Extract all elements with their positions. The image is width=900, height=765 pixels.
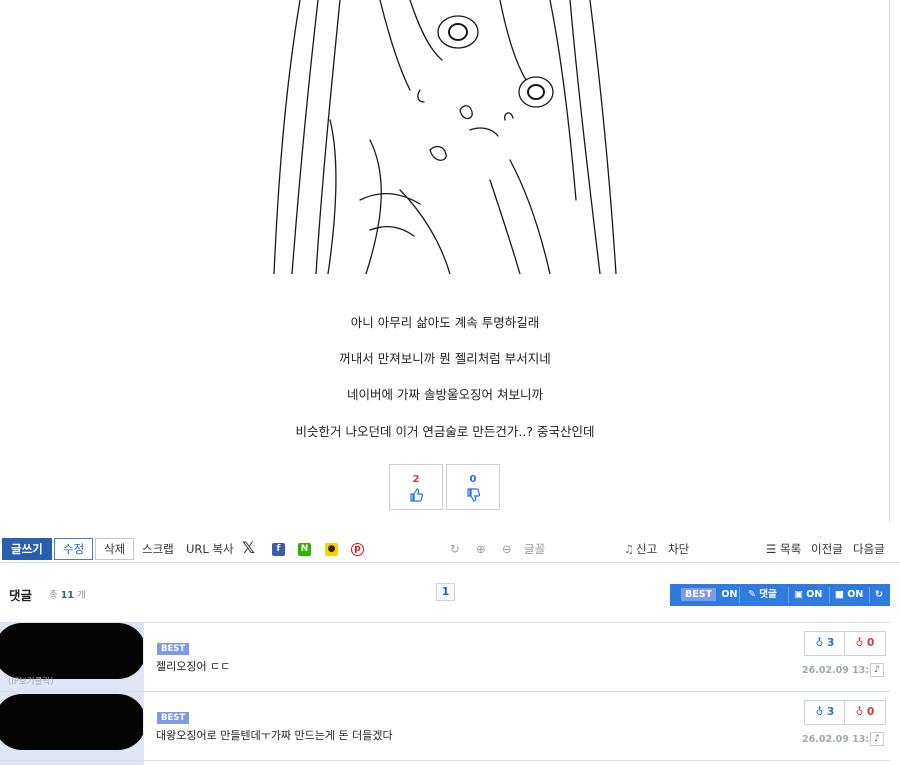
url-copy-button[interactable]: URL 복사 [186, 538, 234, 560]
thumbs-up-icon: ♁ [815, 637, 824, 649]
downvote-count: 0 [469, 474, 477, 485]
comment-author [0, 692, 146, 760]
comment-body: BEST 젤리오징어 ㄷㄷ ♁ 3 ♁ 0 26.02.09 13:48 ♪ [143, 623, 890, 691]
x-share-icon[interactable]: 𝕏 [242, 538, 255, 558]
delete-button[interactable]: 삭제 [95, 538, 135, 560]
report-bell-icon[interactable]: ♪ [870, 732, 884, 746]
comment-body [143, 761, 890, 765]
bell-icon: ♫ [624, 542, 635, 556]
thumbs-down-icon: ♁ [855, 706, 864, 718]
next-post-button[interactable]: 다음글 [853, 538, 885, 560]
post-text-line: 비슷한거 나오던데 이거 연금술로 만든건가..? 중국산인데 [295, 424, 595, 439]
block-button[interactable]: 차단 [668, 538, 689, 560]
list-icon: ☰ [766, 542, 777, 556]
naver-share-icon[interactable]: N [298, 543, 311, 556]
image-icon: ▣ [794, 589, 803, 600]
pinterest-share-icon[interactable]: p [351, 543, 364, 556]
upvote-count: 2 [412, 474, 420, 485]
post-text-line: 네이버에 가짜 솔방울오징어 쳐보니까 [347, 387, 543, 402]
thumbs-down-icon: ♁ [855, 637, 864, 649]
ip-view-link[interactable]: (IP보기클릭) [8, 675, 54, 687]
upvote-button[interactable]: 2 [389, 464, 443, 510]
post-text-line: 꺼내서 만져보니까 뭔 젤리처럼 부서지네 [339, 351, 551, 366]
best-toggle[interactable]: BEST ON [681, 584, 737, 606]
font-button[interactable]: 글꼴 [524, 538, 545, 560]
comment-downvote-button[interactable]: ♁ 0 [844, 700, 886, 725]
comment-count: 총 11 개 [49, 590, 86, 601]
comment-downvote-button[interactable]: ♁ 0 [844, 631, 886, 656]
thumbs-down-icon [467, 488, 480, 502]
thumbs-up-icon [410, 488, 423, 502]
post-illustration [270, 0, 618, 274]
page-number-button[interactable]: 1 [436, 583, 455, 601]
comment-upvote-button[interactable]: ♁ 3 [804, 631, 846, 656]
list-button[interactable]: 목록 [780, 538, 801, 560]
comment-upvote-button[interactable]: ♁ 3 [804, 700, 846, 725]
edit-button[interactable]: 수정 [54, 538, 94, 560]
post-toolbar: 글쓰기 수정 삭제 스크랩 URL 복사 𝕏 f N ● p ↻ ⊕ ⊖ 글꼴 … [0, 535, 900, 563]
scrap-button[interactable]: 스크랩 [142, 538, 174, 560]
redacted-author [0, 623, 146, 679]
reply-toggle[interactable]: ✎ 댓글 [748, 584, 777, 606]
comment-text: 젤리오징어 ㄷㄷ [156, 660, 231, 673]
comment-row [0, 760, 890, 765]
best-badge: BEST [157, 712, 190, 724]
thumbs-up-icon: ♁ [815, 706, 824, 718]
comment-text: 대왕오징어로 만들텐데ㅜ가짜 만드는게 돈 더들겠다 [156, 729, 393, 742]
comment-body: BEST 대왕오징어로 만들텐데ㅜ가짜 만드는게 돈 더들겠다 ♁ 3 ♁ 0 … [143, 692, 890, 760]
report-bell-icon[interactable]: ♪ [870, 663, 884, 677]
prev-post-button[interactable]: 이전글 [811, 538, 843, 560]
report-button[interactable]: 신고 [636, 538, 657, 560]
refresh-icon[interactable]: ↻ [450, 538, 460, 560]
zoom-in-icon[interactable]: ⊕ [476, 538, 486, 560]
image-toggle[interactable]: ▣ ON [794, 584, 822, 606]
refresh-comments-icon[interactable]: ↻ [875, 584, 883, 606]
write-button[interactable]: 글쓰기 [2, 538, 52, 560]
redacted-author [0, 694, 146, 750]
comment-row: BEST 대왕오징어로 만들텐데ㅜ가짜 만드는게 돈 더들겠다 ♁ 3 ♁ 0 … [0, 691, 890, 760]
video-icon: ■ [835, 589, 844, 600]
post-text-line: 아니 아무리 삶아도 계속 투명하길래 [350, 315, 540, 330]
comment-options-bar: BEST ON ✎ 댓글 ▣ ON ■ ON ↻ [670, 584, 890, 606]
pencil-icon: ✎ [748, 589, 756, 600]
comment-row: (IP보기클릭) BEST 젤리오징어 ㄷㄷ ♁ 3 ♁ 0 26.02.09 … [0, 622, 890, 691]
comment-author [0, 761, 143, 765]
comments-header: 댓글 총 11 개 1 BEST ON ✎ 댓글 ▣ ON ■ ON ↻ [0, 577, 900, 607]
downvote-button[interactable]: 0 [446, 464, 500, 510]
comment-author: (IP보기클릭) [0, 623, 146, 691]
comments-title: 댓글 [9, 588, 33, 603]
facebook-share-icon[interactable]: f [272, 543, 285, 556]
kakao-share-icon[interactable]: ● [325, 543, 338, 556]
zoom-out-icon[interactable]: ⊖ [502, 538, 512, 560]
best-badge: BEST [157, 643, 190, 655]
video-toggle[interactable]: ■ ON [835, 584, 863, 606]
article-content: 아니 아무리 삶아도 계속 투명하길래 꺼내서 만져보니까 뭔 젤리처럼 부서지… [0, 0, 890, 522]
